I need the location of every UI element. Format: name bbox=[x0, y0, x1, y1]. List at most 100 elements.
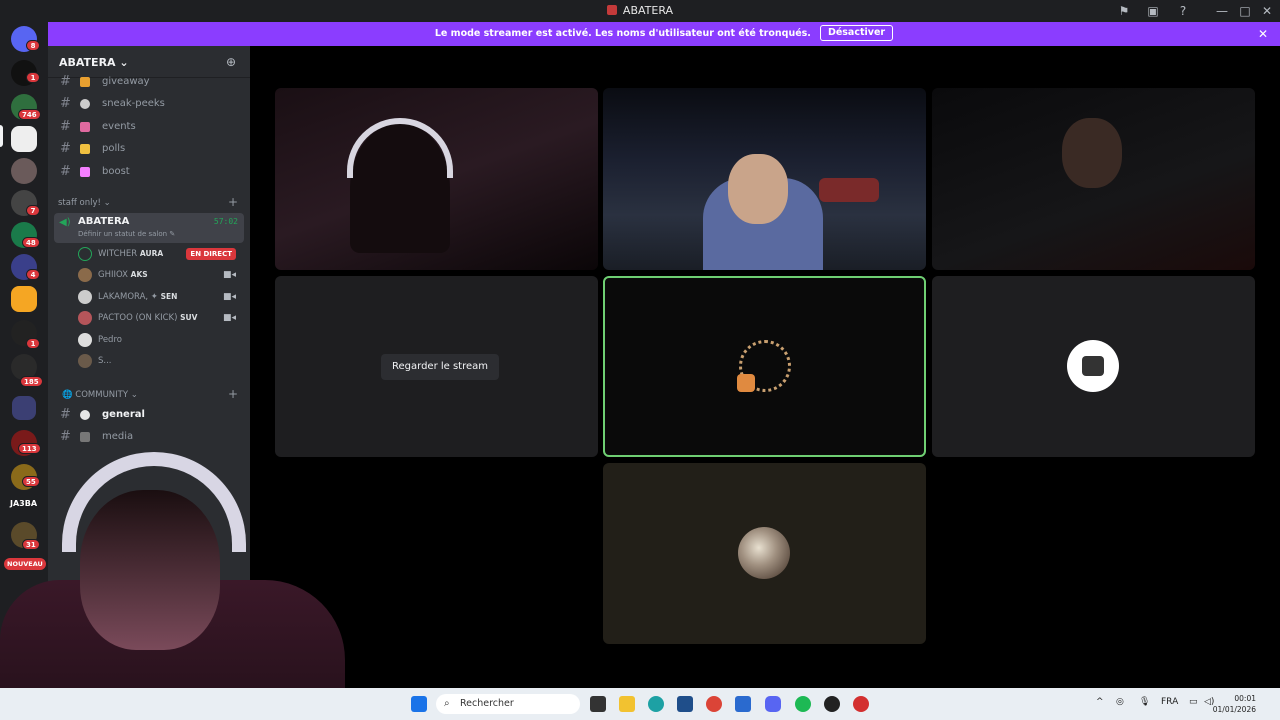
edge-icon[interactable] bbox=[648, 696, 664, 712]
windows-start-icon[interactable] bbox=[411, 696, 427, 712]
watch-stream-button[interactable]: Regarder le stream bbox=[381, 354, 500, 380]
channel-label: boost bbox=[102, 166, 130, 177]
add-channel-icon[interactable]: + bbox=[228, 195, 238, 209]
voice-member[interactable]: Pedro bbox=[76, 330, 242, 350]
category-staff-only[interactable]: staff only! ⌄ bbox=[58, 198, 111, 208]
taskbar-clock[interactable]: 00:01 01/01/2026 bbox=[1213, 693, 1256, 715]
video-tile-avatar[interactable] bbox=[932, 276, 1255, 457]
maximize-icon[interactable]: □ bbox=[1237, 3, 1253, 19]
server-icon[interactable] bbox=[11, 158, 37, 184]
status-text: Définir un statut de salon bbox=[78, 230, 168, 238]
avatar bbox=[78, 290, 92, 304]
channel-boost[interactable]: # boost bbox=[56, 162, 244, 182]
app-icon[interactable] bbox=[853, 696, 869, 712]
network-icon[interactable]: ▭ bbox=[1189, 697, 1198, 707]
hash-icon: # bbox=[60, 429, 71, 444]
channel-label: general bbox=[102, 409, 145, 420]
car-shape bbox=[819, 178, 879, 202]
disable-streamer-button[interactable]: Désactiver bbox=[819, 25, 894, 41]
voice-member[interactable]: PACTOO (ON KICK) SUV ■◂ bbox=[76, 308, 242, 328]
video-tile-avatar-2[interactable] bbox=[603, 463, 926, 644]
microphone-icon[interactable]: 🎙 bbox=[1139, 697, 1150, 707]
inbox-icon[interactable]: ▣ bbox=[1145, 3, 1161, 19]
channel-events[interactable]: # events bbox=[56, 117, 244, 137]
channel-label: polls bbox=[102, 143, 126, 154]
server-icon[interactable] bbox=[11, 286, 37, 312]
headphones-icon bbox=[62, 452, 246, 552]
chrome-icon[interactable] bbox=[706, 696, 722, 712]
active-server-pill bbox=[0, 125, 3, 147]
spotify-icon[interactable] bbox=[795, 696, 811, 712]
minimize-icon[interactable]: — bbox=[1214, 3, 1230, 19]
store-icon[interactable] bbox=[677, 696, 693, 712]
category-community[interactable]: 🌐 COMMUNITY ⌄ bbox=[62, 390, 138, 400]
folder-icon[interactable] bbox=[12, 396, 36, 420]
obs-icon[interactable] bbox=[824, 696, 840, 712]
close-window-icon[interactable]: ✕ bbox=[1259, 3, 1275, 19]
file-explorer-icon[interactable] bbox=[619, 696, 635, 712]
avatar bbox=[78, 354, 92, 368]
video-tile-gta-stream[interactable] bbox=[603, 88, 926, 270]
category-label: staff only! bbox=[58, 198, 101, 208]
avatar bbox=[78, 311, 92, 325]
avatar bbox=[78, 247, 92, 261]
help-icon[interactable]: ? bbox=[1175, 3, 1191, 19]
badge: 746 bbox=[18, 109, 41, 120]
tent-emoji-icon bbox=[80, 122, 90, 132]
video-tile-speaking[interactable] bbox=[603, 276, 926, 457]
channel-label: media bbox=[102, 431, 134, 442]
video-tile-stream-preview[interactable]: Regarder le stream bbox=[275, 276, 598, 457]
close-banner-icon[interactable]: ✕ bbox=[1258, 22, 1268, 46]
language-indicator[interactable]: FRA bbox=[1161, 697, 1178, 707]
channel-giveaway[interactable]: # giveaway bbox=[56, 72, 244, 92]
voice-member[interactable]: S... bbox=[76, 351, 242, 371]
invite-people-icon[interactable]: ⊕ bbox=[226, 55, 236, 69]
banner-message: Le mode streamer est activé. Les noms d'… bbox=[434, 28, 811, 39]
channel-media[interactable]: # media bbox=[56, 427, 244, 447]
voice-channel-abatera[interactable]: ◀) ABATERA 57:02 Définir un statut de sa… bbox=[54, 213, 244, 243]
discord-icon[interactable] bbox=[765, 696, 781, 712]
camera-icon: ■◂ bbox=[222, 270, 236, 280]
tray-app-icon[interactable]: ◎ bbox=[1116, 697, 1124, 707]
hash-icon: # bbox=[60, 74, 71, 89]
camera-emoji-icon bbox=[80, 432, 90, 442]
task-view-icon[interactable] bbox=[590, 696, 606, 712]
live-badge: EN DIRECT bbox=[186, 248, 236, 260]
category-label: COMMUNITY bbox=[75, 390, 129, 400]
windows-taskbar: ⌕ Rechercher ^ ◎ 🎙 FRA ▭ ◁) 00:01 01/01/2… bbox=[0, 688, 1280, 720]
hash-icon: # bbox=[60, 96, 71, 111]
set-status-link[interactable]: Définir un statut de salon ✎ bbox=[78, 230, 175, 238]
member-name: Pedro bbox=[98, 335, 122, 345]
app-logo-icon bbox=[606, 5, 617, 15]
server-name-text: ABATERA bbox=[59, 56, 116, 69]
badge: 185 bbox=[20, 376, 43, 387]
eyes-emoji-icon bbox=[80, 99, 90, 109]
rocket-emoji-icon bbox=[80, 167, 90, 177]
app-icon[interactable] bbox=[735, 696, 751, 712]
hash-icon: # bbox=[60, 141, 71, 156]
tray-chevron-icon[interactable]: ^ bbox=[1096, 697, 1104, 707]
channel-general[interactable]: # general bbox=[56, 405, 244, 425]
add-channel-icon[interactable]: + bbox=[228, 387, 238, 401]
headphones-icon bbox=[347, 118, 453, 178]
video-tile-webcam[interactable] bbox=[275, 88, 598, 270]
voice-channel-name: ABATERA bbox=[78, 216, 130, 227]
member-name: S... bbox=[98, 356, 112, 366]
voice-member[interactable]: GHIIOX AKS ■◂ bbox=[76, 265, 242, 285]
goat-avatar-icon bbox=[1082, 356, 1104, 376]
search-icon: ⌕ bbox=[444, 698, 450, 709]
inbox-flag-icon[interactable]: ⚑ bbox=[1116, 3, 1132, 19]
server-icon-abatera[interactable] bbox=[11, 126, 37, 152]
cat-avatar-icon bbox=[737, 374, 755, 392]
channel-sneak-peeks[interactable]: # sneak-peeks bbox=[56, 94, 244, 114]
camera-icon: ■◂ bbox=[222, 313, 236, 323]
member-name: PACTOO (ON KICK) bbox=[98, 313, 178, 323]
video-tile-webcam-room[interactable] bbox=[932, 88, 1255, 270]
voice-member[interactable]: WITCHER AURA EN DIRECT bbox=[76, 244, 242, 264]
channel-label: sneak-peeks bbox=[102, 98, 165, 109]
clock-time: 00:01 bbox=[1234, 694, 1256, 703]
voice-member[interactable]: LAKAMORA, ✦ SEN ■◂ bbox=[76, 287, 242, 307]
channel-polls[interactable]: # polls bbox=[56, 139, 244, 159]
taskbar-search[interactable]: ⌕ Rechercher bbox=[436, 694, 580, 714]
channel-label: events bbox=[102, 121, 136, 132]
